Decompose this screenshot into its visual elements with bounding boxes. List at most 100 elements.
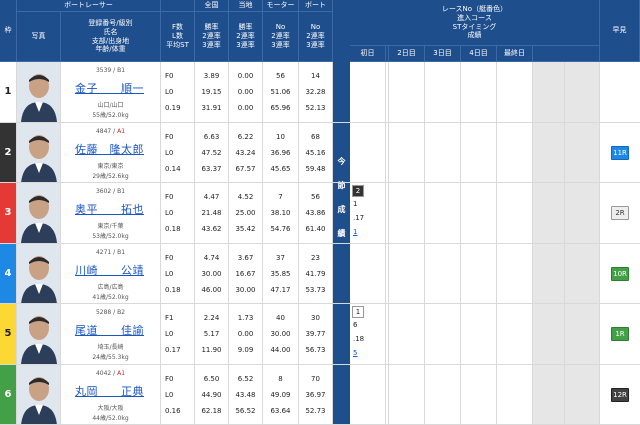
stat-nat: 6.50 44.90 62.18: [195, 364, 229, 424]
racer-name-link[interactable]: 尾道 佳諭: [75, 322, 144, 338]
loc-value-3: 30.00: [235, 285, 256, 294]
header-st-timing: STタイミング: [452, 22, 497, 31]
mot-value-3: 65.96: [270, 104, 291, 112]
loc-value-2: 16.67: [235, 269, 256, 278]
header-race-title: レースNo（艇番色） 進入コース STタイミング 成績: [350, 0, 600, 46]
nat-value-2: 47.52: [201, 148, 222, 157]
race-cell: [389, 122, 425, 182]
nat-value-2: 30.00: [201, 269, 222, 278]
header-racer-info-1: 登録番号/級別: [88, 19, 133, 27]
race-result-link[interactable]: 5: [353, 349, 357, 357]
stat-nat: 6.63 47.52 63.37: [195, 122, 229, 182]
racer-name-link[interactable]: 川崎 公靖: [75, 262, 144, 278]
loc-value-3: 0.00: [237, 104, 254, 112]
stat-mot: 8 49.09 63.64: [263, 364, 299, 424]
racer-branch: 大阪/大阪: [97, 404, 124, 412]
stat-nat: 4.47 21.48 43.62: [195, 183, 229, 243]
mot-value-1: 7: [278, 193, 283, 201]
header-boat-racer: ボートレーサー: [17, 0, 161, 12]
stat-fl: F0 L0 0.16: [161, 364, 195, 424]
early-race-button[interactable]: 2R: [611, 206, 629, 220]
racer-photo: [17, 122, 61, 182]
race-cell: [350, 62, 386, 122]
racer-info: 4042 / A1 丸岡 正典 大阪/大阪 44歳/52.0kg: [61, 364, 161, 424]
stat-fl: F0 L0 0.18: [161, 243, 195, 303]
stat-nat: 2.24 5.17 11.90: [195, 304, 229, 364]
race-no-box: 2: [352, 185, 364, 197]
racer-reg: 4271 / B1: [95, 248, 126, 256]
racer-name-link[interactable]: 佐藤 隆太郎: [75, 141, 144, 157]
early-cell: 12R: [600, 365, 640, 425]
early-race-button[interactable]: 10R: [611, 266, 629, 281]
boa-value-3: 53.73: [305, 285, 326, 294]
nat-value-3: 11.90: [201, 346, 222, 354]
loc-value-3: 9.09: [237, 346, 254, 354]
race-cell: [461, 364, 497, 424]
header-local: 当地: [229, 0, 263, 12]
race-cell: [565, 364, 600, 424]
mot-value-3: 54.76: [270, 225, 291, 233]
header-f: F数: [171, 23, 184, 32]
early-race-button[interactable]: 1R: [611, 327, 629, 341]
early-cell: 1R: [600, 304, 640, 364]
stat-mot: 40 30.00 44.00: [263, 304, 299, 364]
stat-loc: 6.52 43.48 56.52: [229, 364, 263, 424]
avg-st: 0.17: [165, 346, 181, 354]
loc-value-1: 3.67: [237, 253, 254, 262]
race-cell: [533, 62, 565, 122]
mot-value-1: 40: [276, 314, 285, 322]
race-cell: [565, 304, 600, 364]
mot-value-2: 35.85: [270, 269, 291, 278]
f-count: F0: [165, 193, 174, 201]
header-waku: 枠: [0, 0, 17, 62]
early-race-button[interactable]: 11R: [611, 145, 629, 160]
early-race-button[interactable]: 12R: [611, 387, 629, 402]
racer-reg: 4042 / A1: [95, 369, 126, 377]
header-day-extra: [533, 46, 600, 62]
header-early: 早見: [600, 0, 640, 62]
waku-number: 5: [0, 304, 17, 364]
loc-value-2: 0.00: [237, 330, 254, 338]
header-national: 全国: [195, 0, 229, 12]
header-boat-sub: No 2連率 3連率: [299, 12, 333, 62]
boa-value-1: 23: [311, 253, 320, 262]
race-cell: [389, 183, 425, 243]
race-cell: [497, 243, 533, 303]
racer-name-link[interactable]: 金子 順一: [75, 80, 144, 96]
race-result-link[interactable]: 1: [353, 228, 357, 236]
stat-loc: 6.22 43.24 67.57: [229, 122, 263, 182]
header-racer-info-4: 年齢/体重: [95, 45, 126, 54]
stat-nat: 4.74 30.00 46.00: [195, 243, 229, 303]
racer-reg: 5288 / B2: [95, 309, 126, 316]
avg-st: 0.16: [165, 406, 181, 415]
reg-number: 4042: [95, 369, 112, 377]
race-cell: [497, 122, 533, 182]
racer-reg: 3602 / B1: [95, 188, 126, 195]
stat-loc: 1.73 0.00 9.09: [229, 304, 263, 364]
racer-name-link[interactable]: 奥平 拓也: [75, 201, 144, 217]
reg-number: 3602: [95, 188, 112, 195]
stat-boa: 68 45.16 59.48: [299, 122, 333, 182]
mot-value-2: 36.96: [270, 148, 291, 157]
stat-boa: 23 41.79 53.73: [299, 243, 333, 303]
avg-st: 0.19: [165, 104, 181, 112]
racer-row: 5 5288 / B2 尾道 佳諭 埼玉/長崎 24歳/55.3kg F1 L0 0…: [0, 304, 640, 365]
header-racer-info: 登録番号/級別 氏名 支部/出身地 年齢/体重: [61, 12, 161, 62]
header-course: 進入コース: [457, 13, 492, 22]
mot-value-3: 44.00: [270, 346, 291, 354]
race-st: .17: [353, 214, 365, 222]
race-cell: [425, 364, 461, 424]
early-cell: [600, 62, 640, 122]
f-count: F0: [165, 132, 174, 141]
racer-age-weight: 55歳/52.0kg: [92, 112, 129, 119]
racer-row: 3 3602 / B1 奥平 拓也 東京/千葉 53歳/52.0kg F0 L0 0…: [0, 183, 640, 244]
f-count: F0: [165, 374, 174, 383]
nat-value-1: 6.50: [203, 374, 220, 383]
racer-name-link[interactable]: 丸岡 正典: [75, 383, 144, 399]
nat-value-3: 43.62: [201, 225, 222, 233]
racer-reg: 4847 / A1: [95, 127, 126, 135]
early-cell: 10R: [600, 244, 640, 304]
racer-row: 1 3539 / B1 金子 順一 山口/山口 55歳/52.0kg F0 L0 0…: [0, 62, 640, 123]
loc-value-2: 0.00: [237, 88, 254, 96]
mot-value-3: 47.17: [270, 285, 291, 294]
